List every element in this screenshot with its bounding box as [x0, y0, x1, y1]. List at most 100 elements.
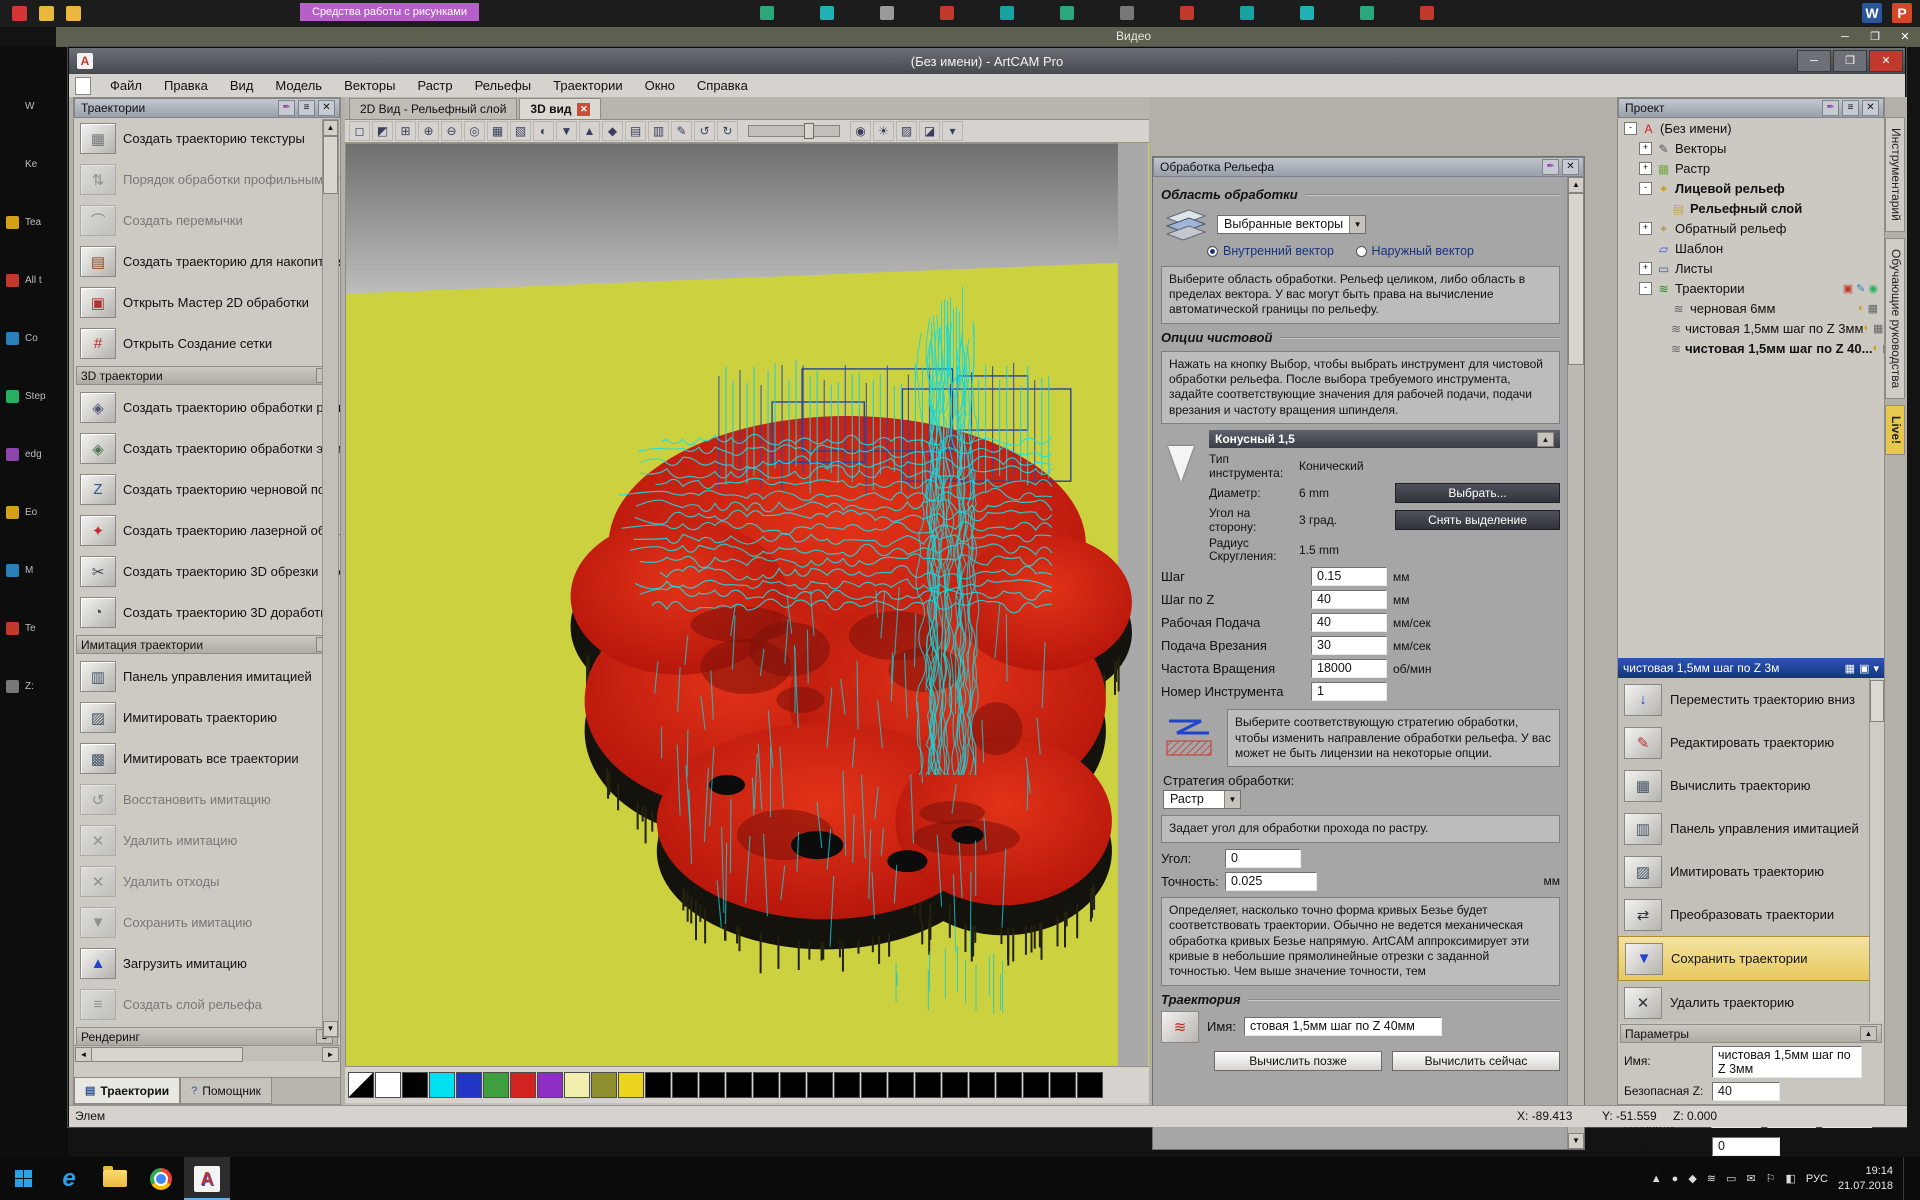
- toolpath-menu-item[interactable]: ◔ Создать траекторию 3D доработки ▲: [74, 592, 340, 633]
- project-tree-item[interactable]: - ≋ Траектории ▣✎◉ ◐▦: [1618, 278, 1884, 298]
- menu-item[interactable]: Траектории: [542, 75, 634, 96]
- palette-swatch[interactable]: [1050, 1072, 1076, 1098]
- palette-swatch[interactable]: [672, 1072, 698, 1098]
- slider-thumb[interactable]: [804, 123, 814, 139]
- scroll-down-icon[interactable]: ▼: [323, 1021, 338, 1037]
- menu-item[interactable]: Модель: [264, 75, 333, 96]
- window-titlebar[interactable]: A (Без имени) - ArtCAM Pro ─ ❐ ✕: [69, 48, 1905, 74]
- select-tool-button[interactable]: Выбрать...: [1395, 483, 1560, 503]
- view-tool-icon[interactable]: ◻: [349, 121, 370, 141]
- bg-minimize-button[interactable]: ─: [1830, 27, 1860, 47]
- project-tree-item[interactable]: ▤ Рельефный слой ▣✎◉ ◐▦: [1618, 198, 1884, 218]
- desktop-icon-fragment[interactable]: edg: [0, 425, 68, 483]
- palette-swatch[interactable]: [834, 1072, 860, 1098]
- view-tab[interactable]: 3D вид ✕: [519, 98, 601, 119]
- tree-expander-icon[interactable]: +: [1639, 162, 1652, 175]
- tray-icon[interactable]: ◆: [1688, 1172, 1696, 1185]
- view-tool-icon[interactable]: ▨: [896, 121, 917, 141]
- strategy-combo[interactable]: Растр ▼: [1163, 790, 1241, 809]
- close-tab-icon[interactable]: ✕: [577, 103, 590, 116]
- tree-expander-icon[interactable]: -: [1639, 282, 1652, 295]
- ribbon-icon[interactable]: [1420, 6, 1434, 20]
- parameter-input[interactable]: 18000: [1311, 659, 1387, 678]
- toolpath-action[interactable]: ✎ Редактировать траекторию: [1618, 721, 1884, 764]
- desktop-icon-fragment[interactable]: Tea: [0, 193, 68, 251]
- calculate-now-button[interactable]: Вычислить сейчас: [1392, 1051, 1560, 1071]
- toolpath-tools-icons[interactable]: ▣✎◉: [1843, 282, 1878, 295]
- menu-item[interactable]: Векторы: [333, 75, 406, 96]
- viewport-3d[interactable]: [345, 143, 1149, 1066]
- param-safez-input[interactable]: 40: [1712, 1082, 1780, 1101]
- view-tool-icon[interactable]: ◩: [372, 121, 393, 141]
- project-tree-item[interactable]: + ✦ Обратный рельеф ▣✎◉ ◐▦: [1618, 218, 1884, 238]
- view-tool-icon[interactable]: ⊖: [441, 121, 462, 141]
- toolpath-menu-item[interactable]: ◈ Создать траекторию обработки элем ▲: [74, 428, 340, 469]
- menu-item[interactable]: Вид: [219, 75, 265, 96]
- palette-swatch[interactable]: [510, 1072, 536, 1098]
- palette-swatch[interactable]: [564, 1072, 590, 1098]
- area-combo[interactable]: Выбранные векторы ▼: [1217, 215, 1366, 234]
- selected-bar-icon[interactable]: ▣: [1859, 662, 1869, 675]
- artcam-taskbar-icon[interactable]: A: [184, 1157, 230, 1200]
- tolerance-slider[interactable]: [748, 125, 840, 137]
- view-tool-icon[interactable]: ▤: [625, 121, 646, 141]
- pin-icon[interactable]: ≡: [298, 100, 315, 116]
- palette-swatch[interactable]: [429, 1072, 455, 1098]
- side-tab[interactable]: Live!: [1885, 405, 1905, 455]
- view-tool-icon[interactable]: ◎: [464, 121, 485, 141]
- feather-icon[interactable]: ✒: [1822, 100, 1839, 116]
- deselect-tool-button[interactable]: Снять выделение: [1395, 510, 1560, 530]
- language-indicator[interactable]: РУС: [1806, 1173, 1828, 1185]
- view-tool-icon[interactable]: ▼: [556, 121, 577, 141]
- desktop-icon-fragment[interactable]: All t: [0, 251, 68, 309]
- tray-icon[interactable]: ✉: [1746, 1172, 1755, 1185]
- dialog-scrollbar[interactable]: ▲ ▼: [1567, 177, 1584, 1149]
- palette-swatch[interactable]: [483, 1072, 509, 1098]
- ribbon-icon[interactable]: [1240, 6, 1254, 20]
- toolpath-action[interactable]: ⇄ Преобразовать траектории: [1618, 893, 1884, 936]
- close-dialog-icon[interactable]: ✕: [1562, 159, 1579, 175]
- clock[interactable]: 19:14 21.07.2018: [1838, 1164, 1893, 1194]
- toolpath-action[interactable]: ↓ Переместить траекторию вниз: [1618, 678, 1884, 721]
- palette-swatch[interactable]: [996, 1072, 1022, 1098]
- palette-swatch[interactable]: [726, 1072, 752, 1098]
- toolpath-menu-item[interactable]: ✕ Удалить имитацию ▲: [74, 820, 340, 861]
- ribbon-icon[interactable]: [940, 6, 954, 20]
- desktop-icon-fragment[interactable]: Ke: [0, 135, 68, 193]
- scroll-up-icon[interactable]: ▲: [1568, 177, 1584, 193]
- parameter-input[interactable]: 40: [1311, 613, 1387, 632]
- tray-icon[interactable]: ▭: [1726, 1172, 1736, 1185]
- ribbon-icon[interactable]: [820, 6, 834, 20]
- toolpath-menu-item[interactable]: ≡ Создать слой рельефа ▲: [74, 984, 340, 1025]
- toolpath-action[interactable]: ▨ Имитировать траекторию: [1618, 850, 1884, 893]
- project-tree-item[interactable]: ≋ черновая 6мм ▣✎◉ ◐▦: [1618, 298, 1884, 318]
- show-desktop-button[interactable]: [1903, 1157, 1910, 1200]
- close-panel-icon[interactable]: ✕: [1862, 100, 1879, 116]
- actions-scrollbar[interactable]: [1869, 678, 1884, 1022]
- parameter-input[interactable]: 0.15: [1311, 567, 1387, 586]
- hscroll-thumb[interactable]: [91, 1047, 243, 1062]
- toolpath-menu-item[interactable]: ▤ Создать траекторию для накопителя ▲: [74, 241, 340, 282]
- tray-icon[interactable]: ≋: [1707, 1172, 1716, 1185]
- tree-expander-icon[interactable]: +: [1639, 262, 1652, 275]
- toolpath-action[interactable]: ▼ Сохранить траектории: [1618, 936, 1884, 981]
- inner-vector-radio[interactable]: Внутренний вектор: [1207, 244, 1334, 258]
- menu-item[interactable]: Справка: [686, 75, 759, 96]
- close-panel-icon[interactable]: ✕: [318, 100, 335, 116]
- toolpath-menu-item[interactable]: ✂ Создать траекторию 3D обрезки (по п ▲: [74, 551, 340, 592]
- tree-expander-icon[interactable]: +: [1639, 142, 1652, 155]
- ribbon-icon[interactable]: [1180, 6, 1194, 20]
- desktop-icon-fragment[interactable]: M: [0, 541, 68, 599]
- parameters-header[interactable]: Параметры ▲: [1620, 1024, 1882, 1043]
- scroll-thumb[interactable]: [1568, 193, 1584, 365]
- 3d-relief-scene[interactable]: [346, 143, 1148, 1066]
- menu-item[interactable]: Растр: [406, 75, 463, 96]
- palette-swatch[interactable]: [645, 1072, 671, 1098]
- tray-icon[interactable]: ▲: [1651, 1173, 1662, 1185]
- maximize-button[interactable]: ❐: [1833, 50, 1867, 72]
- toolpath-menu-item[interactable]: ▦ Создать траекторию текстуры ▲: [74, 118, 340, 159]
- bg-close-button[interactable]: ✕: [1890, 27, 1920, 47]
- collapse-tool-icon[interactable]: ▲: [1537, 432, 1554, 447]
- toolpaths-scrollbar[interactable]: ▲ ▼: [322, 119, 339, 1038]
- chrome-icon[interactable]: [138, 1157, 184, 1200]
